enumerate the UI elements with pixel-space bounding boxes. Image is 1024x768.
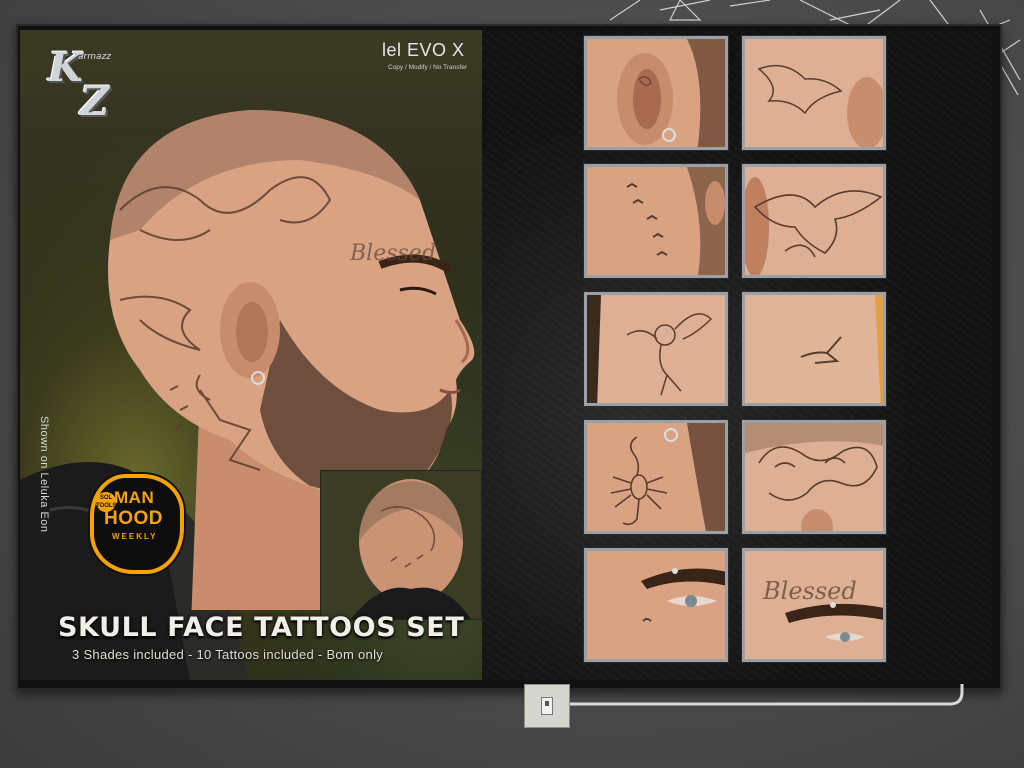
thumb-small-bird-nape — [742, 292, 886, 406]
thumb-blessed-text: Blessed — [762, 577, 857, 605]
product-poster: Blessed — [20, 30, 482, 680]
tattoo-thumbnail-grid: Blessed — [584, 36, 896, 676]
brand-logo-z: Z — [80, 78, 110, 125]
light-switch-toggle[interactable] — [541, 697, 553, 715]
thumb-scorpion-neck — [584, 420, 728, 534]
brand-logo-wordmark: armazz — [78, 52, 111, 62]
thumb-cherub-neck — [584, 292, 728, 406]
product-subtitle: 3 Shades included - 10 Tattoos included … — [72, 647, 384, 662]
permissions-label: Copy / Modify / No Transfer — [388, 64, 468, 71]
shown-on-label: Shown on Leluka Eon — [38, 416, 50, 533]
thumb-birds-neck — [584, 164, 728, 278]
thumb-blessed-brow: Blessed — [742, 548, 886, 662]
light-switch[interactable] — [524, 684, 570, 728]
thumb-bird-behind-ear — [742, 36, 886, 150]
thumb-eye-small-mark — [584, 548, 728, 662]
inset-back-view — [320, 470, 482, 620]
badge-hood-text: HOOD — [104, 508, 163, 529]
cable — [570, 684, 964, 706]
body-compatibility-label: lel EVO X — [382, 40, 465, 60]
blessed-tattoo-text: Blessed — [349, 241, 436, 266]
thumb-ear-tattoo — [584, 36, 728, 150]
badge-weekly-text: WEEKLY — [112, 532, 158, 541]
product-title: SKULL FACE TATTOOS SET — [58, 612, 465, 643]
thumb-dragon-head — [742, 420, 886, 534]
badge-man-text: MAN — [114, 488, 155, 507]
thumb-eagle-back-head — [742, 164, 886, 278]
